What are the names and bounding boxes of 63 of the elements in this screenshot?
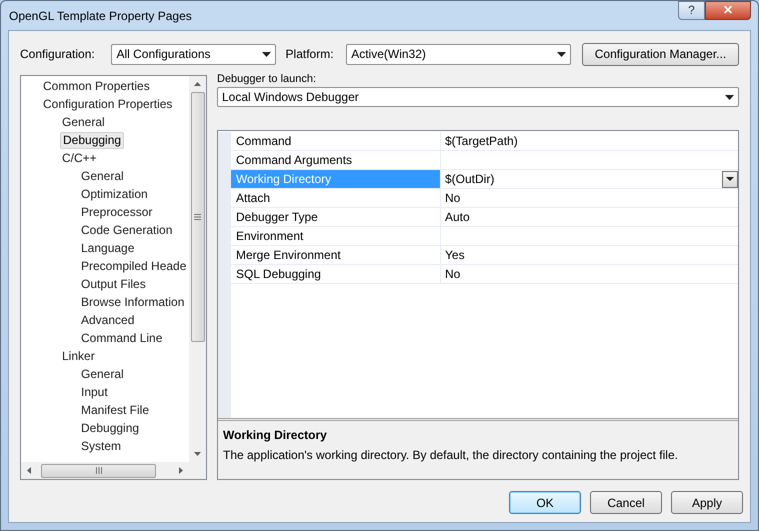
property-value: $(TargetPath) <box>444 133 519 150</box>
property-name[interactable]: Attach <box>231 189 441 207</box>
tree-item[interactable]: Advanced <box>79 312 136 328</box>
scroll-thumb[interactable] <box>41 464 156 478</box>
dropdown-arrow-icon <box>556 52 566 56</box>
property-value: No <box>444 190 462 207</box>
tree-item[interactable]: System <box>79 438 124 454</box>
dialog-button[interactable]: Apply <box>671 491 743 514</box>
configuration-manager-button[interactable]: Configuration Manager... <box>582 42 739 66</box>
dropdown-arrow-icon <box>726 177 734 181</box>
tree-item[interactable]: General <box>79 168 126 184</box>
description-title: Working Directory <box>223 427 328 444</box>
property-name[interactable]: SQL Debugging <box>231 265 441 283</box>
horizontal-scrollbar[interactable] <box>21 462 189 479</box>
dialog-button[interactable]: OK <box>509 491 581 514</box>
dropdown-arrow-icon <box>262 52 271 56</box>
scroll-down-icon[interactable] <box>194 452 201 456</box>
debugger-label: Debugger to launch: <box>217 72 318 87</box>
tree-item[interactable]: Code Generation <box>79 222 174 238</box>
tree-item[interactable]: Preprocessor <box>79 204 154 220</box>
tree-item[interactable]: General <box>79 366 126 382</box>
tree-item[interactable]: Optimization <box>79 186 150 202</box>
configuration-dropdown[interactable]: All Configurations <box>111 44 276 64</box>
tree-item[interactable]: Manifest File <box>79 402 152 418</box>
configuration-label: Configuration: <box>20 46 96 63</box>
tree-item[interactable]: Input <box>79 384 110 400</box>
description-text: The application's working directory. By default, the directory containing the project file. <box>223 447 679 464</box>
scroll-right-icon[interactable] <box>179 467 183 474</box>
tree-item[interactable]: Output Files <box>79 276 148 292</box>
tree-item[interactable]: Debugging <box>60 132 124 148</box>
property-name[interactable]: Command Arguments <box>231 151 441 169</box>
dropdown-arrow-icon <box>725 94 734 100</box>
tree-item[interactable]: Debugging <box>79 420 142 436</box>
window-title: OpenGL Template Property Pages <box>9 8 192 24</box>
property-value: Auto <box>444 209 471 226</box>
tree-item[interactable]: C/C++ <box>60 150 99 166</box>
value-dropdown-button[interactable] <box>722 170 738 188</box>
tree-item[interactable]: Command Line <box>79 330 164 346</box>
tree-item[interactable]: Browse Information <box>79 294 186 310</box>
property-name[interactable]: Debugger Type <box>231 208 441 226</box>
property-value: Yes <box>444 247 466 264</box>
debugger-dropdown[interactable]: Local Windows Debugger <box>217 87 739 107</box>
vertical-scrollbar[interactable] <box>189 76 206 462</box>
tree-item[interactable]: Language <box>79 240 136 256</box>
tree-item[interactable]: Configuration Properties <box>41 96 174 112</box>
grip-icon <box>96 467 102 474</box>
scroll-thumb[interactable] <box>190 92 204 342</box>
property-name[interactable]: Merge Environment <box>231 246 441 264</box>
tree-item[interactable]: Linker <box>60 348 97 364</box>
help-button[interactable]: ? <box>678 1 705 20</box>
tree-item[interactable]: Precompiled Heade <box>79 258 188 274</box>
property-name[interactable]: Environment <box>231 227 441 245</box>
tree-item[interactable]: General <box>60 114 107 130</box>
platform-label: Platform: <box>286 46 335 63</box>
property-value: $(OutDir) <box>444 171 496 188</box>
tree-item[interactable]: Common Properties <box>41 78 152 94</box>
grip-icon <box>194 214 201 220</box>
property-value: No <box>444 266 462 283</box>
scroll-up-icon[interactable] <box>194 82 201 86</box>
property-name[interactable]: Command <box>231 132 441 150</box>
scroll-left-icon[interactable] <box>27 467 31 474</box>
dialog-button[interactable]: Cancel <box>590 491 662 514</box>
platform-dropdown[interactable]: Active(Win32) <box>346 44 571 64</box>
